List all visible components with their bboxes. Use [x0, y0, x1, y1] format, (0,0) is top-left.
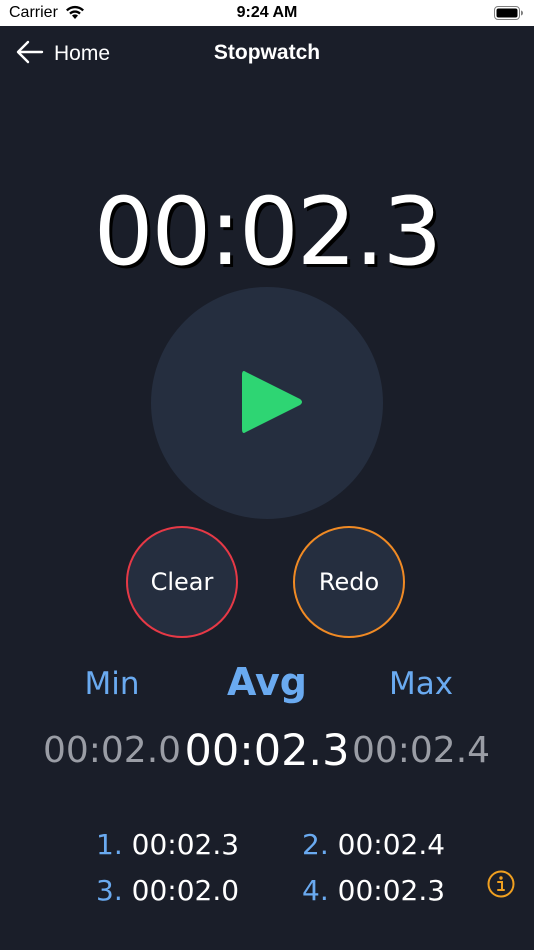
- status-bar: Carrier 9:24 AM: [0, 0, 534, 26]
- nav-bar: Home Stopwatch: [0, 26, 534, 82]
- max-value: 00:02.4: [351, 730, 491, 771]
- status-time: 9:24 AM: [236, 4, 298, 21]
- redo-button[interactable]: Redo: [293, 526, 405, 638]
- play-button[interactable]: [151, 287, 383, 519]
- lap-item: 1. 00:02.3: [96, 828, 239, 861]
- max-label: Max: [388, 666, 454, 702]
- min-label: Min: [84, 666, 140, 702]
- timer-display: 00:02.3: [93, 178, 443, 287]
- lap-item: 3. 00:02.0: [96, 874, 239, 907]
- lap-time: 00:02.4: [337, 828, 446, 861]
- page-title: Stopwatch: [213, 41, 321, 64]
- lap-time: 00:02.3: [131, 828, 240, 861]
- info-icon: [487, 870, 515, 902]
- lap-item: 4. 00:02.3: [302, 874, 445, 907]
- stopwatch-screen: Carrier 9:24 AM Home Stopwatch 00:02.3 C…: [0, 0, 534, 950]
- redo-label: Redo: [318, 568, 380, 596]
- play-icon: [238, 366, 306, 442]
- lap-time: 00:02.0: [131, 874, 240, 907]
- lap-item: 2. 00:02.4: [302, 828, 445, 861]
- lap-index: 3.: [96, 874, 123, 907]
- lap-index: 4.: [302, 874, 329, 907]
- info-button[interactable]: [487, 870, 515, 898]
- avg-label: Avg: [226, 660, 308, 704]
- battery-icon: [494, 6, 524, 25]
- clear-label: Clear: [150, 568, 214, 596]
- lap-index: 2.: [302, 828, 329, 861]
- clear-button[interactable]: Clear: [126, 526, 238, 638]
- lap-time: 00:02.3: [337, 874, 446, 907]
- lap-index: 1.: [96, 828, 123, 861]
